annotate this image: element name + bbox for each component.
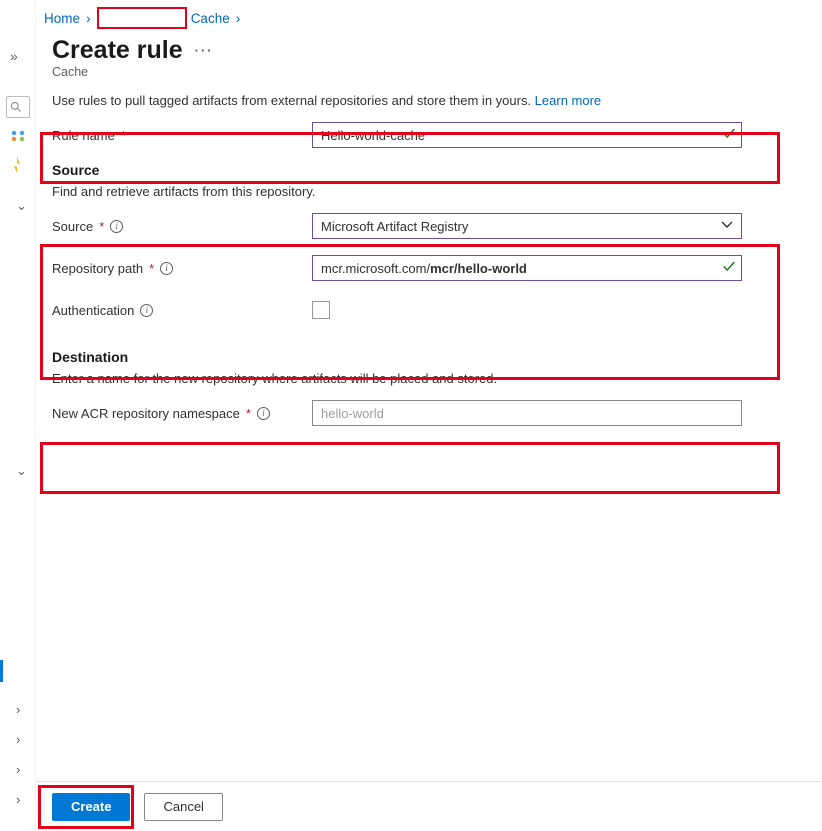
row-repo-path: Repository path * i mcr.microsoft.com/mc… (52, 251, 806, 285)
repo-path-value: mcr/hello-world (430, 261, 527, 276)
rail-expander-3[interactable]: › (16, 702, 20, 717)
source-heading: Source (52, 162, 806, 178)
breadcrumb: Home › Cache › (36, 0, 822, 30)
collapse-rail-icon[interactable]: » (10, 48, 18, 64)
valid-check-icon (722, 260, 736, 277)
auth-label: Authentication (52, 303, 134, 318)
destination-heading: Destination (52, 349, 806, 365)
page-subtitle: Cache (36, 65, 822, 93)
page-title: Create rule (52, 36, 183, 65)
required-marker: * (149, 261, 154, 276)
rail-selected-marker (0, 660, 3, 682)
breadcrumb-home[interactable]: Home (44, 11, 80, 26)
row-rule-name: Rule name * (52, 118, 806, 152)
required-marker: * (121, 128, 126, 143)
info-icon[interactable]: i (160, 262, 173, 275)
source-select-value: Microsoft Artifact Registry (321, 219, 468, 234)
source-label: Source (52, 219, 93, 234)
info-icon[interactable]: i (140, 304, 153, 317)
rail-expander-1[interactable]: ⌄ (16, 198, 27, 214)
source-desc: Find and retrieve artifacts from this re… (52, 184, 806, 199)
chevron-down-icon (721, 219, 733, 234)
rail-expander-6[interactable]: › (16, 792, 20, 807)
intro-text: Use rules to pull tagged artifacts from … (52, 93, 806, 108)
valid-check-icon (722, 127, 736, 144)
rail-expander-4[interactable]: › (16, 732, 20, 747)
rail-icon-activity[interactable] (10, 129, 26, 146)
create-button[interactable]: Create (52, 793, 130, 821)
repo-path-input[interactable]: mcr.microsoft.com/mcr/hello-world (312, 255, 742, 281)
required-marker: * (246, 406, 251, 421)
rail-search[interactable] (6, 96, 30, 118)
rule-name-label: Rule name (52, 128, 115, 143)
more-actions-icon[interactable]: ··· (195, 43, 214, 58)
row-source: Source * i Microsoft Artifact Registry (52, 209, 806, 243)
destination-desc: Enter a name for the new repository wher… (52, 371, 806, 386)
info-icon[interactable]: i (257, 407, 270, 420)
breadcrumb-redacted (97, 7, 187, 29)
row-dest-namespace: New ACR repository namespace * i (52, 396, 806, 430)
repo-path-label: Repository path (52, 261, 143, 276)
learn-more-link[interactable]: Learn more (535, 93, 601, 108)
breadcrumb-sep: › (80, 10, 97, 26)
breadcrumb-cache[interactable]: Cache (191, 11, 230, 26)
intro-text-content: Use rules to pull tagged artifacts from … (52, 93, 535, 108)
repo-path-prefix: mcr.microsoft.com/ (321, 261, 430, 276)
rail-expander-5[interactable]: › (16, 762, 20, 777)
footer: Create Cancel (36, 781, 822, 831)
breadcrumb-sep: › (230, 10, 247, 26)
auth-checkbox[interactable] (312, 301, 330, 319)
source-select[interactable]: Microsoft Artifact Registry (312, 213, 742, 239)
cancel-button[interactable]: Cancel (144, 793, 222, 821)
row-authentication: Authentication i (52, 293, 806, 327)
info-icon[interactable]: i (110, 220, 123, 233)
dest-namespace-input[interactable] (312, 400, 742, 426)
rule-name-input[interactable] (312, 122, 742, 148)
dest-label: New ACR repository namespace (52, 406, 240, 421)
rail-expander-2[interactable]: ⌄ (16, 463, 27, 479)
rail-icon-events[interactable] (10, 157, 24, 176)
left-rail: » ⌄ ⌄ › › › › (0, 0, 36, 831)
search-icon (10, 101, 22, 113)
required-marker: * (99, 219, 104, 234)
